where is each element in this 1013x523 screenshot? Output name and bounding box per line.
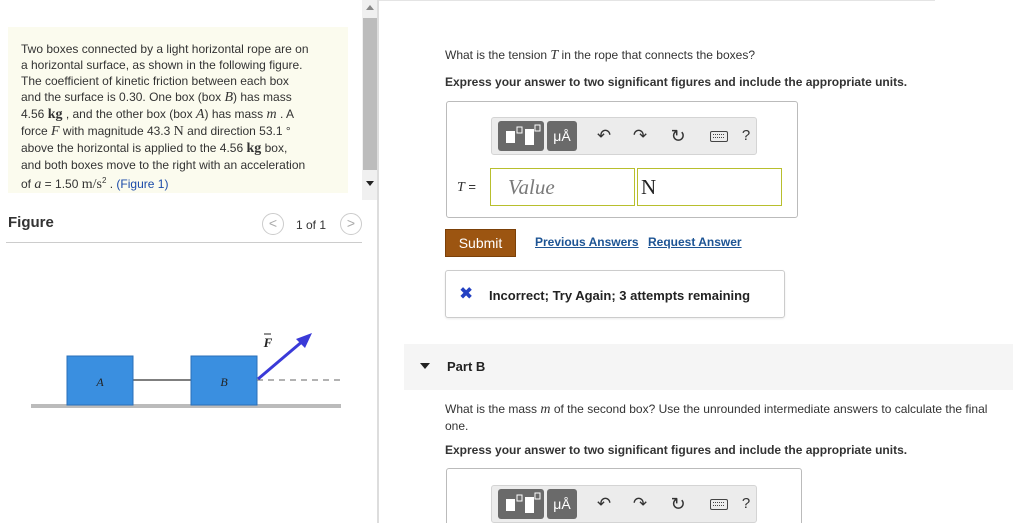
part-b-question: What is the mass m of the second box? Us…: [445, 402, 988, 433]
figure-header: Figure < 1 of 1 >: [0, 210, 372, 242]
panel-divider: [377, 0, 379, 523]
help-icon[interactable]: ?: [738, 489, 754, 519]
part-a-instruction: Express your answer to two significant f…: [445, 75, 908, 89]
units-button[interactable]: μÅ: [547, 121, 577, 151]
part-b-header[interactable]: Part B: [404, 344, 1013, 390]
math-toolbar: μÅ ↶ ↷ ↻ ?: [491, 485, 757, 523]
templates-button[interactable]: [498, 121, 544, 151]
keyboard-icon[interactable]: [706, 121, 732, 151]
feedback-box: ✖ Incorrect; Try Again; 3 attempts remai…: [445, 270, 785, 318]
problem-panel: Two boxes connected by a light horizonta…: [0, 0, 362, 523]
problem-line: of a = 1.50 m/s2 . (Figure 1): [21, 176, 169, 192]
part-b-title: Part B: [447, 359, 486, 374]
reset-icon[interactable]: ↻: [666, 121, 690, 151]
problem-line: a horizontal surface, as shown in the fo…: [21, 58, 303, 72]
box-a-label: A: [95, 375, 104, 389]
units-input[interactable]: [637, 168, 782, 206]
figure-divider: [6, 242, 362, 243]
figure-link[interactable]: (Figure 1): [116, 177, 168, 191]
templates-icon: [506, 492, 541, 513]
problem-line: above the horizontal is applied to the 4…: [21, 141, 288, 156]
figure-title: Figure: [8, 214, 54, 231]
answer-label: T =: [457, 179, 477, 195]
templates-icon: [506, 124, 541, 145]
scroll-down-arrow[interactable]: [366, 181, 374, 186]
force-label: F: [263, 335, 273, 350]
incorrect-icon: ✖: [459, 284, 474, 303]
problem-line: 4.56 kg , and the other box (box A) has …: [21, 107, 294, 122]
top-divider: [379, 0, 935, 1]
undo-icon[interactable]: ↶: [592, 489, 616, 519]
feedback-text: Incorrect; Try Again; 3 attempts remaini…: [489, 288, 751, 303]
problem-line: force F with magnitude 43.3 N and direct…: [21, 124, 291, 139]
problem-scrollbar[interactable]: [362, 0, 378, 200]
part-b-instruction: Express your answer to two significant f…: [445, 443, 908, 457]
units-button[interactable]: μÅ: [547, 489, 577, 519]
keyboard-icon[interactable]: [706, 489, 732, 519]
box-b-label: B: [220, 375, 228, 389]
problem-line: Two boxes connected by a light horizonta…: [21, 42, 309, 56]
redo-icon[interactable]: ↷: [628, 489, 652, 519]
undo-icon[interactable]: ↶: [592, 121, 616, 151]
problem-line: and both boxes move to the right with an…: [21, 158, 306, 172]
problem-line: and the surface is 0.30. One box (box B)…: [21, 90, 292, 105]
request-answer-link[interactable]: Request Answer: [648, 235, 742, 249]
next-figure-button[interactable]: >: [340, 213, 362, 235]
problem-line: The coefficient of kinetic friction betw…: [21, 74, 289, 88]
figure-page-count: 1 of 1: [296, 218, 327, 232]
prev-figure-button[interactable]: <: [262, 213, 284, 235]
value-input[interactable]: [490, 168, 635, 206]
scroll-up-arrow[interactable]: [366, 5, 374, 10]
part-b-answer-box: μÅ ↶ ↷ ↻ ?: [446, 468, 802, 523]
math-toolbar: μÅ ↶ ↷ ↻ ?: [491, 117, 757, 155]
submit-button[interactable]: Submit: [445, 229, 516, 257]
boxes-figure: A B F: [31, 333, 341, 408]
reset-icon[interactable]: ↻: [666, 489, 690, 519]
scroll-thumb[interactable]: [363, 18, 377, 170]
part-a-answer-box: μÅ ↶ ↷ ↻ ? T =: [446, 101, 798, 218]
problem-statement: Two boxes connected by a light horizonta…: [8, 27, 348, 193]
redo-icon[interactable]: ↷: [628, 121, 652, 151]
help-icon[interactable]: ?: [738, 121, 754, 151]
caret-down-icon: [420, 363, 430, 369]
part-a-question: What is the tension T in the rope that c…: [445, 48, 755, 63]
templates-button[interactable]: [498, 489, 544, 519]
previous-answers-link[interactable]: Previous Answers: [535, 235, 639, 249]
